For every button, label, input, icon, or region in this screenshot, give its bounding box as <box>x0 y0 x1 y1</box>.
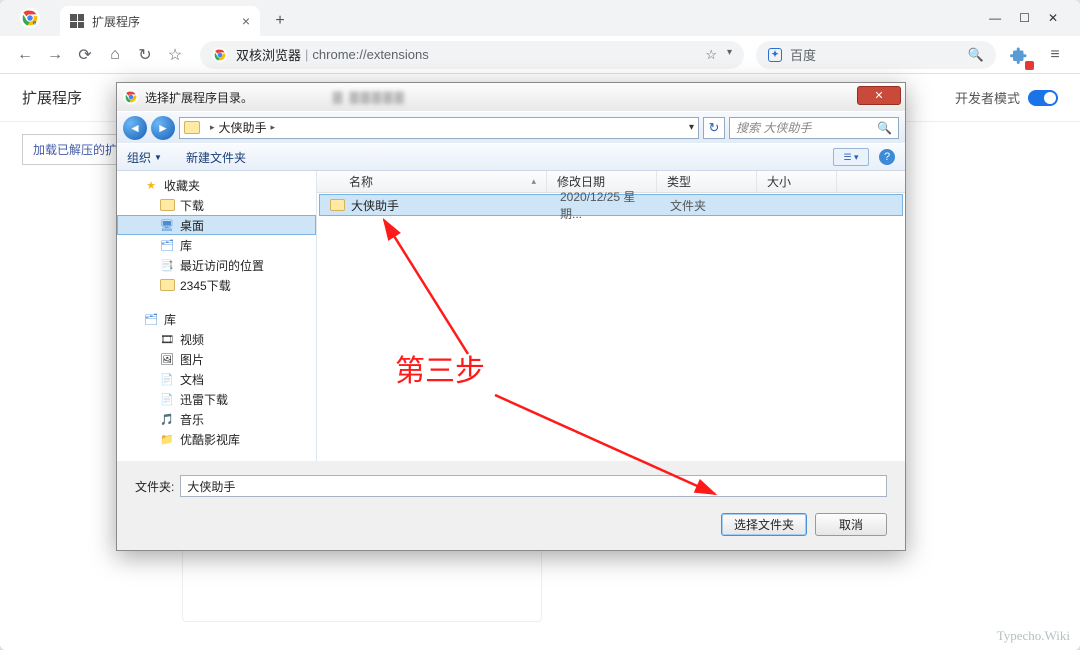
tree-youku[interactable]: 📁优酷影视库 <box>117 429 316 449</box>
view-menu[interactable]: ☰ ▾ <box>833 148 869 166</box>
blurred-text: ▇ ▇▇▇▇▇ <box>333 90 406 104</box>
refresh-button[interactable]: ↻ <box>703 117 725 139</box>
site-icon <box>212 47 228 63</box>
file-name: 大侠助手 <box>351 197 399 214</box>
dialog-footer: 文件夹: 选择文件夹 取消 <box>117 461 905 550</box>
window-controls: — ☐ ✕ <box>975 0 1072 36</box>
col-name[interactable]: 名称▴ <box>317 171 547 192</box>
dialog-close-button[interactable]: ✕ <box>857 86 901 105</box>
tabs-area: 扩展程序 × + <box>60 0 975 36</box>
dialog-icon <box>123 89 139 105</box>
forward-button[interactable]: → <box>42 42 68 68</box>
tree-downloads[interactable]: 下载 <box>117 195 316 215</box>
crumb-folder[interactable]: 大侠助手 <box>219 119 267 136</box>
tree-libraries[interactable]: 🗂库 <box>117 309 316 329</box>
app-icon: e <box>0 0 60 36</box>
star-outline-icon[interactable]: ☆ <box>162 42 188 68</box>
dropdown-caret-icon[interactable]: ▾ <box>727 47 732 63</box>
dev-mode: 开发者模式 <box>955 88 1058 107</box>
new-tab-button[interactable]: + <box>268 9 292 33</box>
select-folder-button[interactable]: 选择文件夹 <box>721 513 807 536</box>
search-icon[interactable]: 🔍 <box>877 121 892 135</box>
crumb-sep: ▸ <box>210 122 215 133</box>
file-row[interactable]: 大侠助手 2020/12/25 星期... 文件夹 <box>319 194 903 216</box>
dialog-search[interactable]: 搜索 大侠助手 🔍 <box>729 117 899 139</box>
tree-desktop[interactable]: 🖥桌面 <box>117 215 316 235</box>
file-date: 2020/12/25 星期... <box>550 188 660 222</box>
menu-button[interactable]: ≡ <box>1042 42 1068 68</box>
tree-libraries-link[interactable]: 🗂库 <box>117 235 316 255</box>
tree-favorites[interactable]: ★收藏夹 <box>117 175 316 195</box>
tab-close-icon[interactable]: × <box>242 13 250 29</box>
address-bar[interactable]: 双核浏览器 | chrome://extensions ☆ ▾ <box>200 41 744 69</box>
col-size[interactable]: 大小 <box>757 171 837 192</box>
folder-picker-dialog: 选择扩展程序目录。 ▇ ▇▇▇▇▇ ✕ ◄ ► ▸ 大侠助手 ▸ ▾ ↻ 搜索 … <box>116 82 906 551</box>
help-button[interactable]: ? <box>879 149 895 165</box>
dev-mode-toggle[interactable] <box>1028 90 1058 106</box>
address-label: 双核浏览器 <box>236 45 301 64</box>
folder-icon <box>330 199 345 211</box>
titlebar: e 扩展程序 × + — ☐ ✕ <box>0 0 1080 36</box>
dev-mode-label: 开发者模式 <box>955 88 1020 107</box>
svg-text:e: e <box>33 19 37 26</box>
close-window-button[interactable]: ✕ <box>1048 11 1058 25</box>
baidu-icon: ✦ <box>768 48 782 62</box>
folder-label: 文件夹: <box>135 478 174 495</box>
tab-favicon <box>70 14 84 28</box>
tree-documents[interactable]: 📄文档 <box>117 369 316 389</box>
tab-extensions[interactable]: 扩展程序 × <box>60 6 260 36</box>
col-type[interactable]: 类型 <box>657 171 757 192</box>
reload-button[interactable]: ⟳ <box>72 42 98 68</box>
address-sep: | <box>305 47 308 62</box>
folder-icon <box>184 121 200 134</box>
load-unpacked-button[interactable]: 加载已解压的扩 <box>22 134 128 165</box>
side-panel[interactable]: ★收藏夹 下载 🖥桌面 🗂库 📑最近访问的位置 2345下载 🗂库 🎞视频 🖼图… <box>117 171 317 461</box>
crumb-sep: ▸ <box>271 122 276 133</box>
minimize-button[interactable]: — <box>989 11 1001 25</box>
browser-window: e 扩展程序 × + — ☐ ✕ ← → ⟳ ⌂ ↻ ☆ <box>0 0 1080 650</box>
search-placeholder: 搜索 大侠助手 <box>736 119 811 136</box>
watermark: Typecho.Wiki <box>997 628 1070 644</box>
dialog-nav: ◄ ► ▸ 大侠助手 ▸ ▾ ↻ 搜索 大侠助手 🔍 <box>117 111 905 143</box>
cancel-button[interactable]: 取消 <box>815 513 887 536</box>
page-title: 扩展程序 <box>22 87 82 108</box>
dialog-titlebar: 选择扩展程序目录。 ▇ ▇▇▇▇▇ ✕ <box>117 83 905 111</box>
breadcrumb-bar[interactable]: ▸ 大侠助手 ▸ ▾ <box>179 117 699 139</box>
tree-video[interactable]: 🎞视频 <box>117 329 316 349</box>
search-icon[interactable]: 🔍 <box>968 47 984 63</box>
organize-menu[interactable]: 组织▼ <box>127 149 162 166</box>
dialog-title: 选择扩展程序目录。 <box>145 89 253 106</box>
tab-title: 扩展程序 <box>92 13 140 30</box>
search-box[interactable]: ✦ 百度 🔍 <box>756 41 996 69</box>
tree-thunder[interactable]: 📄迅雷下载 <box>117 389 316 409</box>
dialog-toolbar: 组织▼ 新建文件夹 ☰ ▾ ? <box>117 143 905 171</box>
bookmark-star-icon[interactable]: ☆ <box>705 47 717 63</box>
tree-2345dl[interactable]: 2345下载 <box>117 275 316 295</box>
home-button[interactable]: ⌂ <box>102 42 128 68</box>
tree-recent[interactable]: 📑最近访问的位置 <box>117 255 316 275</box>
nav-back-button[interactable]: ◄ <box>123 116 147 140</box>
maximize-button[interactable]: ☐ <box>1019 11 1030 25</box>
file-type: 文件夹 <box>660 197 760 214</box>
file-list-panel: 名称▴ 修改日期 类型 大小 大侠助手 2020/12/25 星期... 文件夹 <box>317 171 905 461</box>
nav-forward-button[interactable]: ► <box>151 116 175 140</box>
dialog-body: ★收藏夹 下载 🖥桌面 🗂库 📑最近访问的位置 2345下载 🗂库 🎞视频 🖼图… <box>117 171 905 461</box>
tree-music[interactable]: 🎵音乐 <box>117 409 316 429</box>
crumb-dropdown-icon[interactable]: ▾ <box>689 122 694 133</box>
search-engine-label: 百度 <box>790 45 816 64</box>
redo-button[interactable]: ↻ <box>132 42 158 68</box>
folder-input[interactable] <box>180 475 887 497</box>
puzzle-icon[interactable] <box>1006 42 1032 68</box>
address-url: chrome://extensions <box>312 47 428 62</box>
browser-toolbar: ← → ⟳ ⌂ ↻ ☆ 双核浏览器 | chrome://extensions … <box>0 36 1080 74</box>
new-folder-button[interactable]: 新建文件夹 <box>186 149 246 166</box>
back-button[interactable]: ← <box>12 42 38 68</box>
tree-pictures[interactable]: 🖼图片 <box>117 349 316 369</box>
